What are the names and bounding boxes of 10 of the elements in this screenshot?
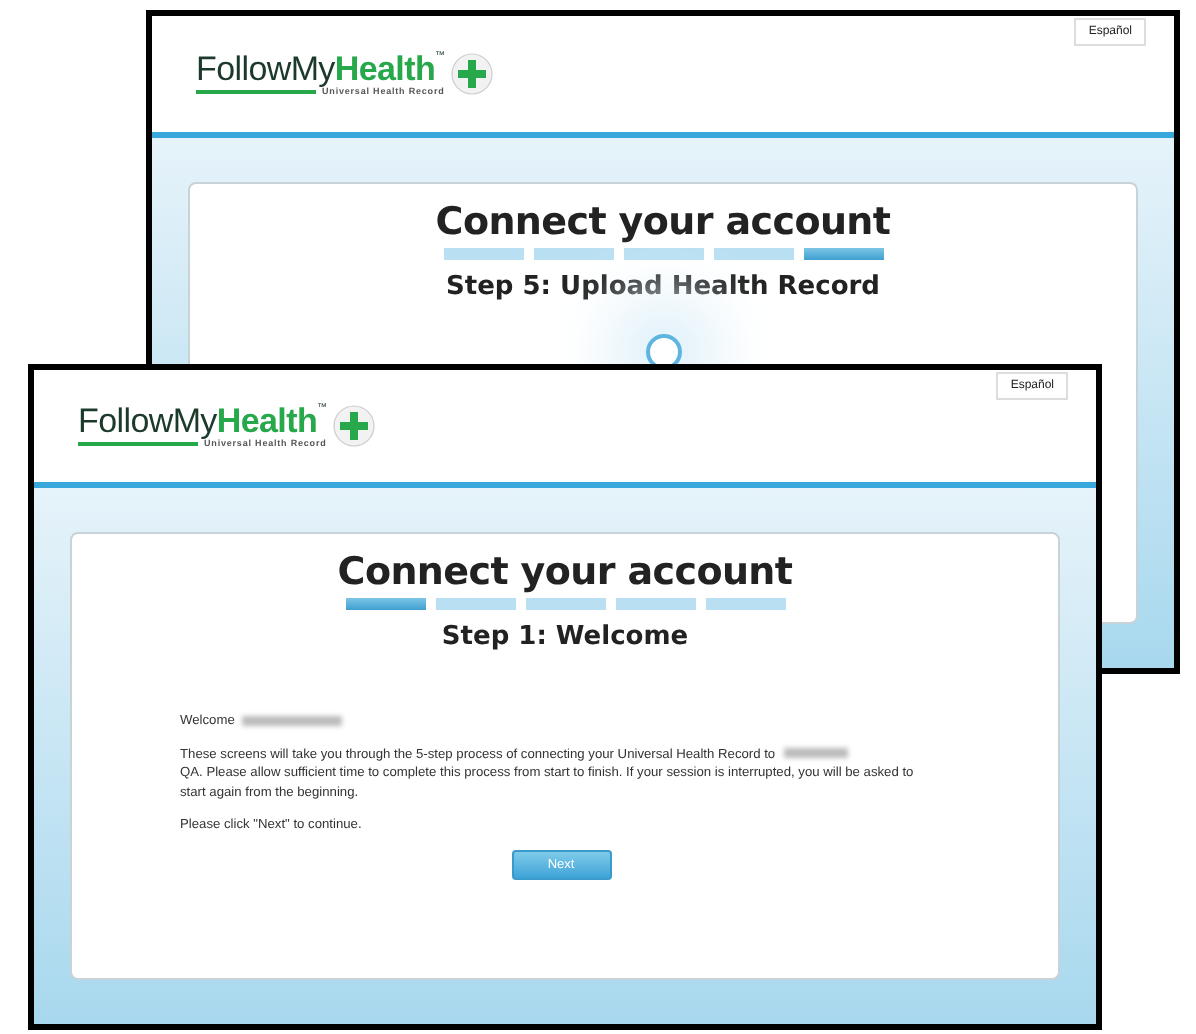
logo-wordmark: FollowMyHealth$^{™}$ bbox=[78, 404, 327, 438]
plus-logo-icon bbox=[450, 52, 495, 96]
plus-logo-icon bbox=[332, 404, 377, 448]
step-title: Step 5: Upload Health Record bbox=[446, 272, 880, 302]
redacted-name-block bbox=[783, 748, 848, 759]
page-title: Connect your account bbox=[337, 550, 793, 594]
page-title: Connect your account bbox=[435, 200, 891, 244]
step-title: Step 1: Welcome bbox=[441, 622, 689, 652]
logo-wordmark: FollowMyHealth$^{™}$ bbox=[196, 52, 445, 86]
redacted-name-block bbox=[242, 715, 343, 726]
